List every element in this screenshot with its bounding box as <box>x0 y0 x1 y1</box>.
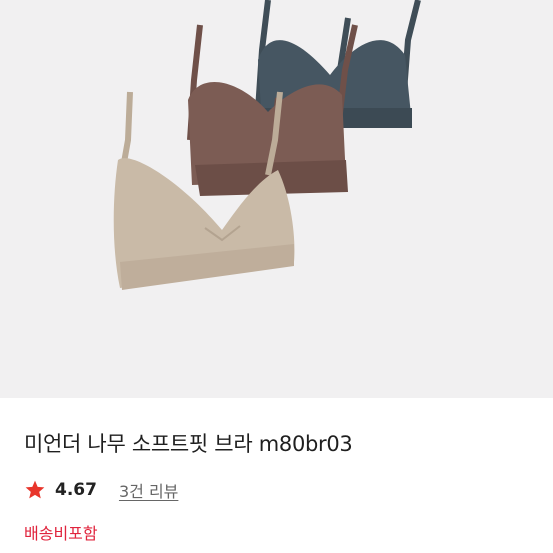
product-image[interactable] <box>0 0 553 398</box>
product-info: 미언더 나무 소프트핏 브라 m80br03 4.67 3건 리뷰 배송비포함 <box>0 398 553 553</box>
rating-value: 4.67 <box>55 480 97 500</box>
rating-row: 4.67 3건 리뷰 <box>24 478 178 502</box>
star-icon <box>25 480 45 499</box>
bra-set-illustration <box>113 0 421 290</box>
shipping-included-label: 배송비포함 <box>24 524 98 543</box>
product-title[interactable]: 미언더 나무 소프트핏 브라 m80br03 <box>24 428 353 458</box>
review-count-link[interactable]: 3건 리뷰 <box>119 478 178 502</box>
